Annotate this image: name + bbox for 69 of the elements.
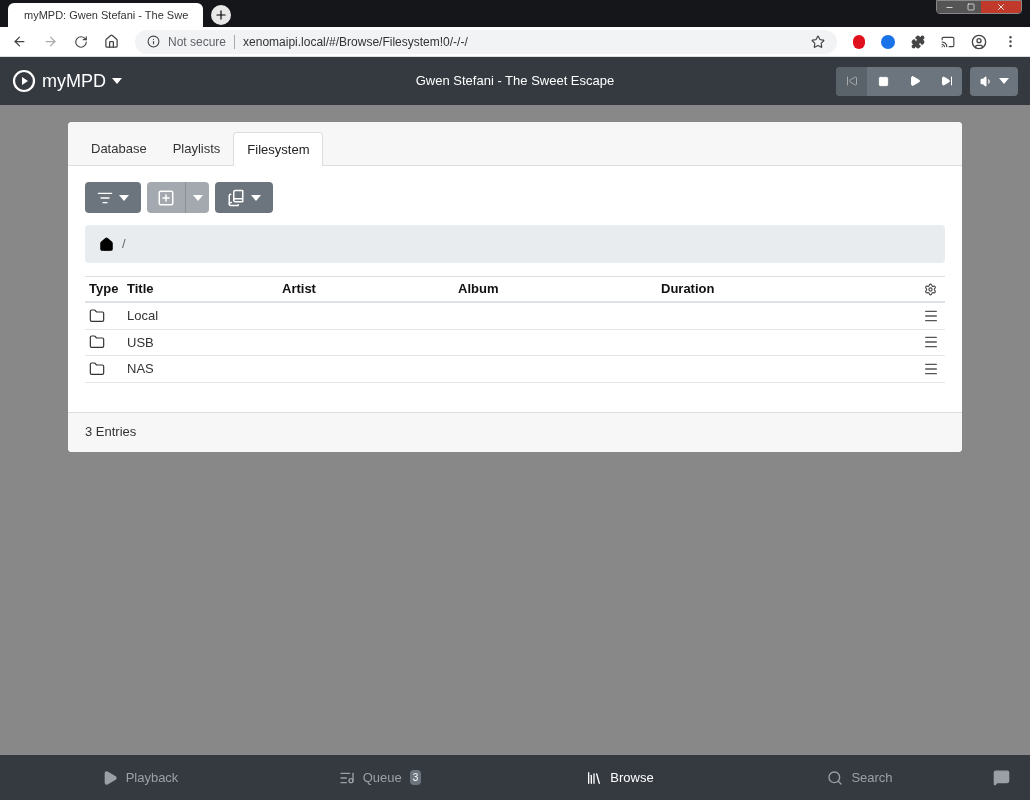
queue-count-badge: 3	[409, 770, 422, 785]
folder-icon	[89, 334, 105, 351]
column-header: Album	[458, 280, 500, 299]
library-icon	[586, 769, 603, 786]
home-icon[interactable]	[104, 34, 119, 49]
stop-icon	[877, 75, 889, 87]
restore-icon	[967, 3, 975, 11]
bottom-nav-item[interactable]: Queue 3	[260, 767, 500, 788]
volume-icon	[979, 74, 993, 88]
table-row[interactable]: Local	[85, 303, 945, 330]
star-icon[interactable]	[811, 34, 825, 49]
title-cell-text: Local	[127, 307, 159, 325]
title-cell-text: NAS	[127, 360, 154, 378]
message-icon[interactable]	[993, 769, 1010, 786]
new-tab-button[interactable]	[211, 5, 231, 25]
bottom-nav-item[interactable]: Search	[740, 767, 980, 788]
info-icon	[147, 35, 160, 48]
entries-count: 3 Entries	[85, 423, 137, 442]
tab-title: myMPD: Gwen Stefani - The Swe	[24, 7, 189, 23]
browser-tab[interactable]: myMPD: Gwen Stefani - The Swe	[8, 3, 203, 27]
back-icon[interactable]	[12, 34, 27, 49]
caret-icon	[998, 78, 1009, 84]
now-playing-title: Gwen Stefani - The Sweet Escape	[414, 72, 616, 91]
bookmark-button[interactable]	[215, 182, 273, 213]
caret-icon	[112, 78, 122, 84]
bottom-nav-item[interactable]: Playback	[20, 767, 260, 788]
caret-icon	[192, 194, 203, 201]
play-icon	[909, 75, 921, 87]
next-icon	[940, 75, 953, 87]
security-label: Not secure	[168, 33, 227, 51]
reload-icon[interactable]	[74, 34, 88, 49]
url-text: xenomaipi.local/#/Browse/Filesystem!0/-/-/	[243, 33, 469, 51]
plus-icon	[214, 8, 228, 22]
bookmark-icon	[227, 188, 245, 207]
column-header: Type	[89, 280, 120, 299]
folder-icon	[89, 360, 105, 377]
breadcrumb-separator: /	[122, 235, 126, 254]
search-icon	[827, 769, 844, 786]
profile-icon[interactable]	[971, 33, 987, 50]
brand-menu[interactable]: myMPD	[12, 67, 312, 95]
restore-button[interactable]	[961, 1, 981, 13]
filter-button[interactable]	[85, 182, 141, 213]
volume-button[interactable]	[970, 66, 1018, 96]
nav-tab[interactable]: Filesystem	[233, 132, 324, 166]
url-field[interactable]: Not secure xenomaipi.local/#/Browse/Filesystem!0/-/-/	[135, 29, 837, 54]
caret-icon	[119, 194, 129, 201]
bottom-nav-item[interactable]: Browse	[500, 767, 740, 788]
nav-tab[interactable]: Playlists	[159, 132, 234, 166]
column-header: Duration	[661, 280, 716, 299]
play-circle-icon	[12, 69, 36, 93]
home-icon[interactable]	[99, 236, 114, 252]
cast-icon[interactable]	[941, 34, 955, 49]
add-icon	[157, 188, 175, 207]
table-row[interactable]: USB	[85, 329, 945, 356]
folder-icon	[89, 307, 105, 324]
title-cell-text: USB	[127, 333, 154, 352]
column-header: Artist	[282, 280, 317, 299]
puzzle-icon[interactable]	[911, 34, 925, 49]
previous-button[interactable]	[836, 66, 867, 96]
previous-icon	[845, 75, 858, 87]
settings-icon[interactable]	[924, 282, 937, 296]
column-header: Title	[127, 280, 155, 299]
caret-icon	[251, 194, 261, 201]
minimize-button[interactable]	[937, 1, 961, 13]
close-window-button[interactable]	[981, 1, 1021, 13]
close-icon	[996, 2, 1006, 12]
brand-name: myMPD	[42, 69, 106, 93]
table-row[interactable]: NAS	[85, 356, 945, 383]
nav-tab[interactable]: Database	[78, 132, 160, 166]
